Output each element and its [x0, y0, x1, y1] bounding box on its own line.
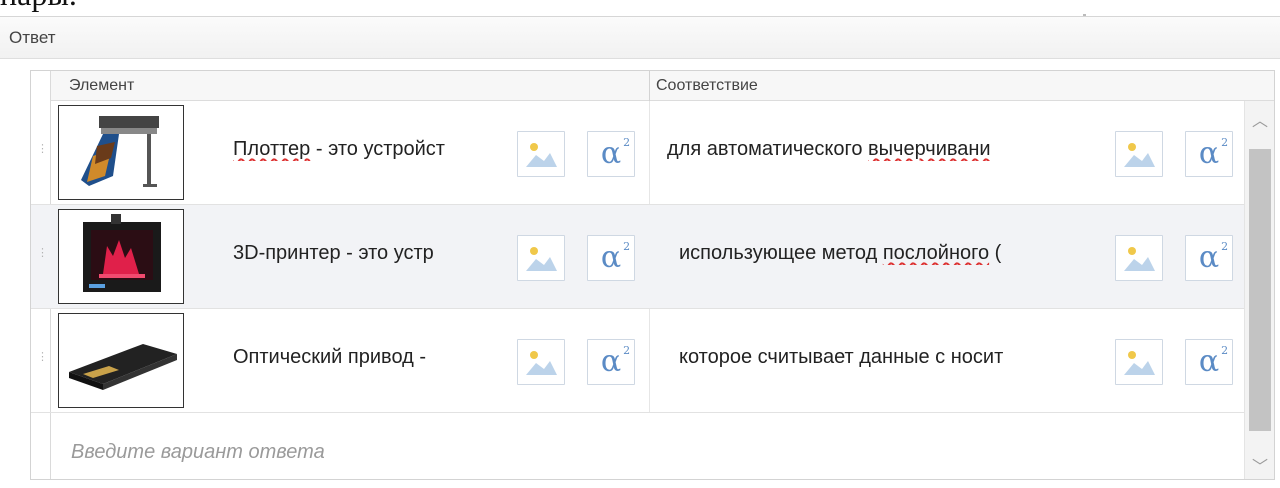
insert-formula-button[interactable]: α2	[1185, 235, 1233, 281]
drag-handle-icon[interactable]: ⋮	[37, 352, 48, 367]
image-icon	[1124, 143, 1155, 167]
image-icon	[526, 143, 557, 167]
image-icon	[526, 247, 557, 271]
image-icon	[1124, 247, 1155, 271]
element-text-input[interactable]: Оптический привод -	[233, 346, 511, 369]
element-text-input[interactable]: 3D-принтер - это устр	[233, 242, 511, 265]
question-text-fragment: пары.	[0, 0, 77, 10]
header-divider	[649, 71, 650, 101]
plotter-image[interactable]	[58, 105, 184, 200]
element-text: - это устройст	[310, 138, 445, 160]
column-header-match[interactable]: Соответствие	[656, 77, 758, 95]
spellcheck-word: вычерчивани	[868, 138, 991, 160]
grid-header: Элемент Соответствие	[51, 71, 1274, 101]
table-row: ⋮ 3D-принтер - это устр α2 использующее …	[31, 205, 1246, 309]
alpha-squared-icon: α2	[1198, 344, 1229, 379]
spellcheck-word: Плоттер	[233, 138, 311, 160]
insert-image-button[interactable]	[1115, 131, 1163, 177]
alpha-squared-icon: α2	[600, 240, 631, 275]
drag-handle-icon[interactable]: ⋮	[37, 144, 48, 159]
matching-grid: Элемент Соответствие ⋮ Плоттер - это уст…	[30, 70, 1275, 480]
insert-image-button[interactable]	[517, 235, 565, 281]
match-text-input[interactable]: которое считывает данные с носит	[679, 346, 1119, 369]
match-text: использующее метод	[679, 242, 883, 264]
match-text: (	[989, 242, 1002, 264]
alpha-squared-icon: α2	[600, 136, 631, 171]
chevron-up-icon[interactable]: ︿	[1252, 107, 1268, 131]
insert-formula-button[interactable]: α2	[1185, 339, 1233, 385]
new-answer-placeholder[interactable]: Введите вариант ответа	[71, 441, 325, 464]
insert-image-button[interactable]	[1115, 235, 1163, 281]
column-header-element[interactable]: Элемент	[69, 77, 134, 95]
insert-image-button[interactable]	[1115, 339, 1163, 385]
spellcheck-word: послойного	[882, 242, 990, 264]
insert-formula-button[interactable]: α2	[587, 339, 635, 385]
3d-printer-image[interactable]	[58, 209, 184, 304]
new-answer-row[interactable]: Введите вариант ответа	[51, 431, 1244, 479]
insert-formula-button[interactable]: α2	[587, 235, 635, 281]
match-text-input[interactable]: для автоматического вычерчивани	[667, 138, 1107, 161]
alpha-squared-icon: α2	[1198, 240, 1229, 275]
element-text-input[interactable]: Плоттер - это устройст	[233, 138, 511, 161]
alpha-squared-icon: α2	[600, 344, 631, 379]
vertical-scrollbar[interactable]: ︿ ﹀	[1244, 101, 1274, 479]
table-row: ⋮ Оптический привод - α2 которое считыва…	[31, 309, 1246, 413]
answer-panel-title: Ответ	[9, 28, 56, 47]
image-icon	[1124, 351, 1155, 375]
alpha-squared-icon: α2	[1198, 136, 1229, 171]
insert-formula-button[interactable]: α2	[1185, 131, 1233, 177]
answer-panel-header: Ответ	[0, 17, 1280, 59]
chevron-down-icon[interactable]: ﹀	[1252, 453, 1268, 477]
match-text-input[interactable]: использующее метод послойного (	[679, 242, 1119, 265]
insert-formula-button[interactable]: α2	[587, 131, 635, 177]
scrollbar-thumb[interactable]	[1249, 149, 1271, 431]
insert-image-button[interactable]	[517, 131, 565, 177]
match-text: для автоматического	[667, 138, 869, 160]
optical-drive-image[interactable]	[58, 313, 184, 408]
drag-handle-icon[interactable]: ⋮	[37, 248, 48, 263]
insert-image-button[interactable]	[517, 339, 565, 385]
table-row: ⋮ Плоттер - это устройст α2 для автомати…	[31, 101, 1246, 205]
image-icon	[526, 351, 557, 375]
